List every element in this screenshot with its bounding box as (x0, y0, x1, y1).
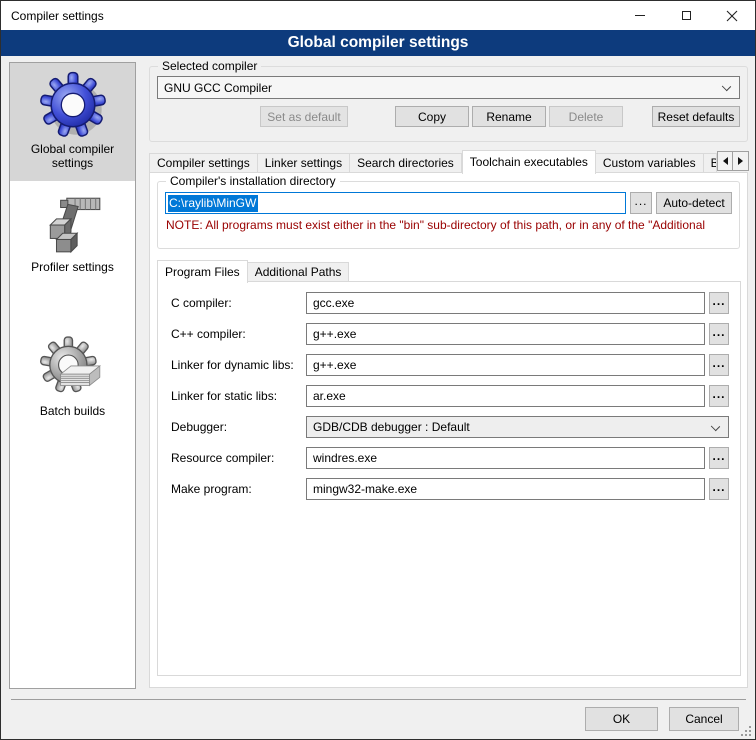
field-row-cpp-compiler: C++ compiler: g++.exe ... (171, 323, 729, 345)
gear-stack-icon (40, 335, 106, 401)
tab-search-directories[interactable]: Search directories (350, 153, 462, 173)
tab-build-options[interactable]: Build (704, 153, 717, 173)
field-label: Make program: (171, 482, 306, 496)
tab-scroll-left-button[interactable] (717, 151, 733, 171)
compiler-settings-dialog: Compiler settings Global compiler settin… (0, 0, 756, 740)
field-label: Debugger: (171, 420, 306, 434)
copy-button[interactable]: Copy (395, 106, 469, 127)
tab-additional-paths[interactable]: Additional Paths (248, 262, 350, 282)
field-label: C compiler: (171, 296, 306, 310)
sidebar-item-batch-builds[interactable]: Batch builds (10, 327, 135, 427)
field-label: Linker for dynamic libs: (171, 358, 306, 372)
make-program-browse-button[interactable]: ... (709, 478, 729, 500)
sidebar-item-label: Global compiler settings (10, 142, 135, 170)
footer-divider (11, 699, 746, 700)
linker-dynamic-browse-button[interactable]: ... (709, 354, 729, 376)
maximize-icon (682, 11, 691, 20)
compiler-buttons-row: Set as default Copy Rename Delete Reset … (157, 106, 740, 127)
arrow-left-icon (723, 157, 728, 165)
toolchain-executables-page: Compiler's installation directory C:\ray… (149, 172, 748, 688)
resize-grip-icon[interactable] (740, 725, 751, 736)
sidebar: Global compiler settings (9, 62, 136, 689)
minimize-button[interactable] (617, 1, 663, 30)
ok-button[interactable]: OK (585, 707, 658, 731)
field-row-c-compiler: C compiler: gcc.exe ... (171, 292, 729, 314)
auto-detect-button[interactable]: Auto-detect (656, 192, 732, 214)
program-files-panel: C compiler: gcc.exe ... C++ compiler: g+… (157, 281, 741, 676)
group-label: Selected compiler (158, 59, 261, 73)
dialog-body: Global compiler settings (1, 56, 755, 739)
close-button[interactable] (709, 1, 755, 30)
tab-compiler-settings[interactable]: Compiler settings (149, 153, 258, 173)
footer-buttons: OK Cancel (585, 707, 739, 731)
sidebar-item-label: Profiler settings (10, 260, 135, 274)
tab-linker-settings[interactable]: Linker settings (258, 153, 350, 173)
cancel-button[interactable]: Cancel (669, 707, 739, 731)
c-compiler-browse-button[interactable]: ... (709, 292, 729, 314)
maximize-button[interactable] (663, 1, 709, 30)
sidebar-item-global-compiler-settings[interactable]: Global compiler settings (10, 63, 135, 181)
installation-directory-group: Compiler's installation directory C:\ray… (157, 181, 740, 249)
main-panel: Selected compiler GNU GCC Compiler Set a… (141, 60, 749, 688)
gear-blue-icon (39, 71, 107, 139)
set-as-default-button[interactable]: Set as default (260, 106, 348, 127)
settings-tabstrip: Compiler settings Linker settings Search… (149, 149, 749, 173)
resource-compiler-browse-button[interactable]: ... (709, 447, 729, 469)
chevron-down-icon (711, 422, 720, 431)
field-row-make-program: Make program: mingw32-make.exe ... (171, 478, 729, 500)
rename-button[interactable]: Rename (472, 106, 546, 127)
chevron-down-icon (722, 82, 731, 91)
note-text: NOTE: All programs must exist either in … (166, 218, 731, 232)
program-tabstrip: Program Files Additional Paths (157, 259, 747, 282)
make-program-input[interactable]: mingw32-make.exe (306, 478, 705, 500)
reset-defaults-button[interactable]: Reset defaults (652, 106, 740, 127)
selected-compiler-group: Selected compiler GNU GCC Compiler Set a… (149, 66, 748, 142)
close-icon (726, 10, 738, 22)
group-label: Compiler's installation directory (166, 174, 340, 188)
tab-scroll-buttons (717, 151, 749, 171)
minimize-icon (635, 15, 645, 16)
titlebar: Compiler settings (1, 1, 755, 30)
tab-scroll-right-button[interactable] (733, 151, 749, 171)
installation-directory-row: C:\raylib\MinGW ... Auto-detect (165, 192, 732, 214)
compiler-select-value: GNU GCC Compiler (164, 81, 272, 95)
sidebar-item-label: Batch builds (10, 404, 135, 418)
cpp-compiler-input[interactable]: g++.exe (306, 323, 705, 345)
tab-program-files[interactable]: Program Files (157, 260, 248, 283)
arrow-right-icon (738, 157, 743, 165)
field-row-debugger: Debugger: GDB/CDB debugger : Default (171, 416, 729, 438)
window-title: Compiler settings (1, 9, 617, 23)
tab-custom-variables[interactable]: Custom variables (596, 153, 704, 173)
sidebar-item-profiler-settings[interactable]: Profiler settings (10, 183, 135, 291)
tab-toolchain-executables[interactable]: Toolchain executables (462, 150, 596, 174)
install-dir-input[interactable]: C:\raylib\MinGW (165, 192, 626, 214)
delete-button[interactable]: Delete (549, 106, 623, 127)
install-dir-browse-button[interactable]: ... (630, 192, 652, 214)
field-label: Resource compiler: (171, 451, 306, 465)
field-label: Linker for static libs: (171, 389, 306, 403)
install-dir-selected-text: C:\raylib\MinGW (168, 195, 258, 212)
linker-dynamic-input[interactable]: g++.exe (306, 354, 705, 376)
page-title: Global compiler settings (1, 30, 755, 56)
debugger-select[interactable]: GDB/CDB debugger : Default (306, 416, 729, 438)
field-row-linker-dynamic: Linker for dynamic libs: g++.exe ... (171, 354, 729, 376)
linker-static-browse-button[interactable]: ... (709, 385, 729, 407)
field-label: C++ compiler: (171, 327, 306, 341)
caliper-icon (40, 191, 106, 257)
field-row-resource-compiler: Resource compiler: windres.exe ... (171, 447, 729, 469)
resource-compiler-input[interactable]: windres.exe (306, 447, 705, 469)
field-row-linker-static: Linker for static libs: ar.exe ... (171, 385, 729, 407)
compiler-select[interactable]: GNU GCC Compiler (157, 76, 740, 99)
linker-static-input[interactable]: ar.exe (306, 385, 705, 407)
cpp-compiler-browse-button[interactable]: ... (709, 323, 729, 345)
c-compiler-input[interactable]: gcc.exe (306, 292, 705, 314)
